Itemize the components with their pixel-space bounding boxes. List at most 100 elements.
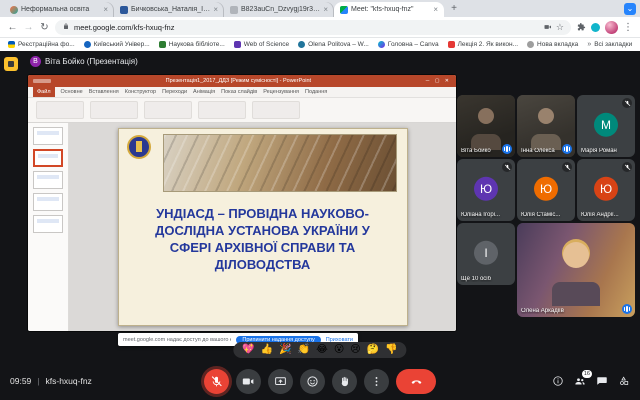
back-button[interactable]: ← [7, 22, 18, 33]
end-call-icon [410, 375, 423, 388]
ppt-tab-home[interactable]: Основне [61, 89, 83, 95]
participant-tile[interactable]: Інна Олекса [517, 95, 575, 157]
forward-button[interactable]: → [23, 22, 34, 33]
slide-thumbnails-panel [28, 123, 69, 331]
mic-mute-button[interactable] [204, 369, 229, 394]
reaction-wow-emoji[interactable]: 😮 [334, 345, 344, 355]
participant-tile[interactable]: Віта Бойко [457, 95, 515, 157]
reaction-laugh-emoji[interactable]: 😂 [316, 345, 328, 355]
screen-share-indicator-icon[interactable] [544, 23, 552, 31]
bookmark-item[interactable]: Лекція 2. Як викон... [448, 41, 518, 48]
bookmark-favicon [448, 41, 455, 48]
reactions-button[interactable] [300, 369, 325, 394]
reaction-clap-emoji[interactable]: 👏 [298, 345, 310, 355]
all-bookmarks-button[interactable]: »Всі закладки [587, 41, 632, 48]
chat-icon[interactable] [596, 375, 608, 387]
bookmark-label: Головна – Canva [388, 41, 439, 48]
participant-tile[interactable]: Олена Аркадіїв [517, 223, 635, 317]
camera-button[interactable] [236, 369, 261, 394]
ppt-tab-slideshow[interactable]: Показ слайдів [221, 89, 257, 95]
people-panel-button[interactable]: 16 [574, 375, 586, 387]
bookmark-item[interactable]: Реєстраційна фо... [8, 41, 75, 48]
tab-close-icon[interactable]: × [213, 5, 218, 14]
browser-tab-2[interactable]: Бичковська_Наталія_ІЕАС... × [114, 2, 224, 17]
participant-tile[interactable]: М Марія Роман [577, 95, 635, 157]
reaction-thinking-emoji[interactable]: 🤔 [367, 345, 379, 355]
ppt-tab-review[interactable]: Рецензування [263, 89, 299, 95]
reaction-thumbsdown-emoji[interactable]: 👎 [385, 345, 397, 355]
bookmark-item[interactable]: Olena Politova – W... [298, 41, 369, 48]
mic-off-icon [210, 375, 223, 388]
participant-avatar: Ю [474, 177, 498, 201]
presenter-name: Віта Бойко (Презентація) [45, 57, 138, 66]
raise-hand-button[interactable] [332, 369, 357, 394]
more-options-button[interactable] [364, 369, 389, 394]
reaction-party-emoji[interactable]: 🎉 [279, 345, 291, 355]
all-bookmarks-label: Всі закладки [594, 41, 632, 48]
ppt-tab-design[interactable]: Конструктор [125, 89, 156, 95]
extensions-puzzle-icon[interactable] [576, 22, 586, 32]
ppt-tab-transitions[interactable]: Переходи [162, 89, 187, 95]
browser-tab-3[interactable]: B823auCn_Dzvygj19r3rD... × [224, 2, 334, 17]
undiasd-logo [127, 135, 151, 159]
ppt-tab-animations[interactable]: Анімація [193, 89, 215, 95]
browser-tab-1[interactable]: Неформальна освіта × [4, 2, 114, 17]
slide-thumbnail[interactable] [33, 215, 63, 233]
ribbon-group [144, 101, 192, 119]
slide-thumbnail[interactable] [33, 193, 63, 211]
reaction-thumbsup-emoji[interactable]: 👍 [261, 345, 273, 355]
reaction-heart-emoji[interactable]: 💖 [242, 345, 254, 355]
bookmark-item[interactable]: Нова вкладка [527, 41, 578, 48]
bookmark-favicon [84, 41, 91, 48]
bookmark-favicon [378, 41, 385, 48]
ppt-tab-file[interactable]: Файл [33, 87, 55, 97]
participant-avatar: Ю [534, 177, 558, 201]
ppt-body: УНДІАСД – ПРОВІДНА НАУКОВО-ДОСЛІДНА УСТА… [28, 123, 456, 331]
present-screen-button[interactable] [268, 369, 293, 394]
new-tab-button[interactable]: + [447, 2, 461, 16]
ppt-tab-view[interactable]: Подання [305, 89, 327, 95]
participant-tile[interactable]: Ю Юлія Андрії... [577, 159, 635, 221]
extension-icon[interactable] [591, 23, 600, 32]
slide-thumbnail-selected[interactable] [33, 149, 63, 167]
meet-favicon [340, 6, 348, 14]
tab-close-icon[interactable]: × [323, 5, 328, 14]
bookmark-item[interactable]: Web of Science [234, 41, 289, 48]
tab-search-icon[interactable]: ⌄ [624, 3, 636, 15]
ppt-tab-insert[interactable]: Вставлення [89, 89, 119, 95]
bookmark-item[interactable]: Київський Універ... [84, 41, 150, 48]
reload-button[interactable]: ↻ [39, 22, 50, 33]
more-vert-icon [370, 375, 383, 388]
reaction-sad-emoji[interactable]: 😢 [350, 345, 360, 355]
overlay-extension-icon[interactable] [4, 57, 18, 71]
tab-close-icon[interactable]: × [103, 5, 108, 14]
ppt-window-controls[interactable]: ─ ▢ ✕ [426, 78, 451, 84]
participant-name: Юлія Андрії... [581, 212, 622, 218]
grid-row: Ю Юліана Ігорі... Ю Юлія Стаміс... Ю Юлі… [457, 159, 637, 221]
leave-call-button[interactable] [396, 369, 436, 394]
meet-control-bar: 09:59 | kfs-hxuq-fnz [0, 362, 640, 400]
tab-close-icon[interactable]: × [433, 5, 438, 14]
info-icon[interactable] [552, 375, 564, 387]
audio-indicator-icon [622, 304, 632, 314]
slide-thumbnail[interactable] [33, 171, 63, 189]
participant-name: Марія Роман [581, 148, 622, 154]
bookmark-star-icon[interactable]: ☆ [556, 22, 564, 33]
browser-tab-meet-active[interactable]: Meet: "kfs-hxuq-fnz" × [334, 2, 444, 17]
tab-favicon [230, 6, 238, 14]
lock-icon [62, 23, 70, 31]
profile-avatar[interactable] [605, 21, 618, 34]
bookmark-favicon [298, 41, 305, 48]
more-participants-tile[interactable]: І Ще 10 осіб [457, 223, 515, 285]
slide-thumbnail[interactable] [33, 127, 63, 145]
bookmark-item[interactable]: Наукова бібліоте... [159, 41, 225, 48]
reactions-bar: 💖 👍 🎉 👏 😂 😮 😢 🤔 👎 [233, 342, 406, 358]
participants-grid: Віта Бойко Інна Олекса М Марія Роман Ю [457, 95, 637, 317]
address-bar[interactable]: meet.google.com/kfs-hxuq-fnz ☆ [55, 20, 571, 35]
participant-tile[interactable]: Ю Юліана Ігорі... [457, 159, 515, 221]
slide-canvas: УНДІАСД – ПРОВІДНА НАУКОВО-ДОСЛІДНА УСТА… [69, 123, 456, 331]
bookmark-item[interactable]: Головна – Canva [378, 41, 439, 48]
participant-tile[interactable]: Ю Юлія Стаміс... [517, 159, 575, 221]
browser-menu-icon[interactable]: ⋮ [623, 22, 633, 33]
activities-icon[interactable] [618, 375, 630, 387]
